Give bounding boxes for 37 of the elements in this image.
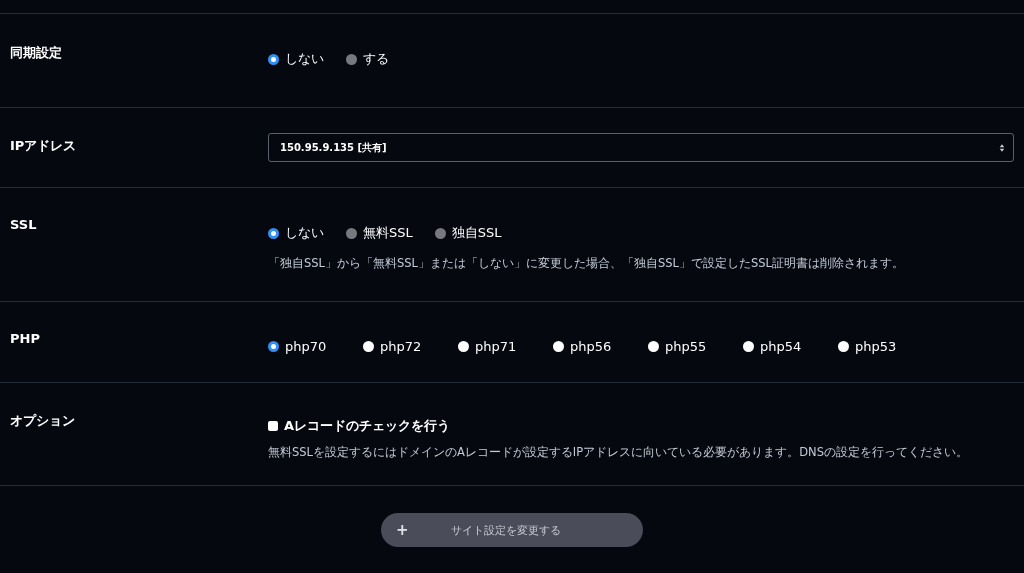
radio-option[interactable]: php72 bbox=[363, 339, 458, 354]
radio-option[interactable]: php53 bbox=[838, 339, 933, 354]
radio-icon[interactable] bbox=[553, 341, 564, 352]
radio-option[interactable]: php71 bbox=[458, 339, 553, 354]
field-label: オプション bbox=[9, 412, 76, 430]
help-text: 無料SSLを設定するにはドメインのAレコードが設定するIPアドレスに向いている必要があります。DNSの設定を行ってください。 bbox=[268, 445, 969, 460]
radio-option[interactable]: php70 bbox=[268, 339, 363, 354]
radio-option[interactable]: しない bbox=[268, 224, 324, 242]
plus-icon: + bbox=[396, 521, 451, 539]
field-label: 同期設定 bbox=[9, 44, 63, 62]
ip-select[interactable]: 150.95.9.135 [共有] bbox=[268, 133, 1014, 162]
radio-icon[interactable] bbox=[268, 53, 279, 65]
help-text: 「独自SSL」から「無料SSL」または「しない」に変更した場合、「独自SSL」で設定したSSL証明書は削除されます。 bbox=[268, 256, 906, 271]
radio-icon[interactable] bbox=[838, 341, 849, 352]
updown-arrows-icon bbox=[999, 142, 1005, 153]
radio-icon[interactable] bbox=[346, 227, 357, 239]
field-label: SSL bbox=[9, 216, 38, 232]
radio-icon[interactable] bbox=[743, 341, 754, 352]
submit-button[interactable]: + サイト設定を変更する bbox=[381, 513, 643, 547]
radio-option[interactable]: php54 bbox=[743, 339, 838, 354]
radio-option[interactable]: php55 bbox=[648, 339, 743, 354]
radio-icon[interactable] bbox=[363, 341, 374, 352]
radio-option[interactable]: 無料SSL bbox=[346, 224, 413, 242]
radio-icon[interactable] bbox=[458, 341, 469, 352]
radio-icon[interactable] bbox=[268, 341, 279, 352]
radio-option[interactable]: する bbox=[346, 50, 389, 68]
radio-icon[interactable] bbox=[268, 227, 279, 239]
field-label: IPアドレス bbox=[9, 137, 78, 155]
radio-option[interactable]: 独自SSL bbox=[434, 224, 502, 242]
radio-icon[interactable] bbox=[434, 227, 446, 239]
radio-icon[interactable] bbox=[648, 341, 659, 352]
checkbox-option[interactable]: Aレコードのチェックを行う bbox=[268, 417, 1014, 435]
checkbox-icon[interactable] bbox=[268, 421, 278, 431]
radio-option[interactable]: しない bbox=[268, 50, 324, 68]
field-label: PHP bbox=[9, 330, 41, 346]
radio-option[interactable]: php56 bbox=[553, 339, 648, 354]
radio-icon[interactable] bbox=[346, 53, 357, 65]
